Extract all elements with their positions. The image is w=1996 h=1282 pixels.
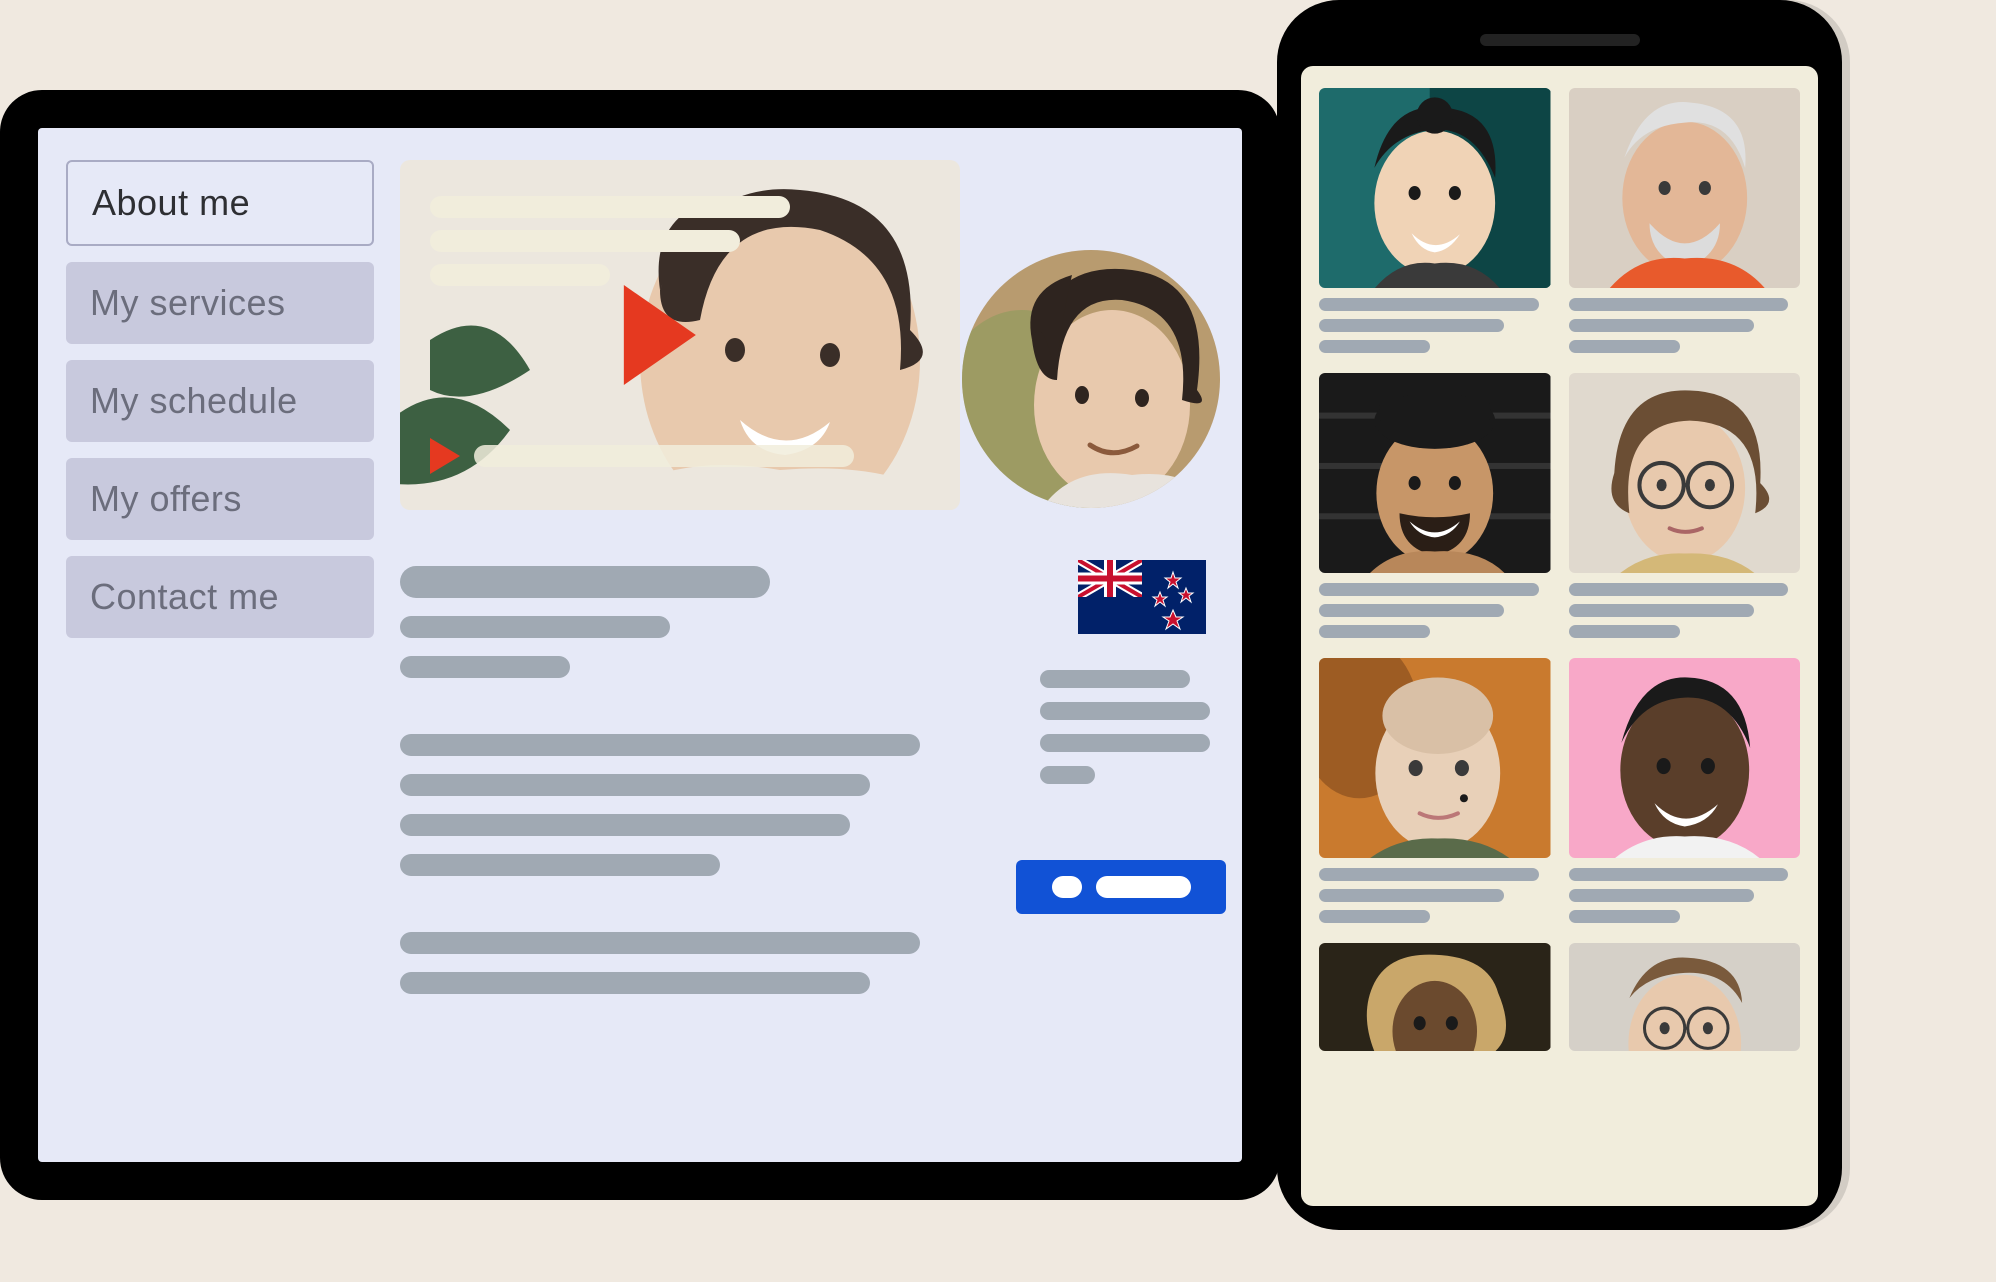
phone-device — [1277, 0, 1842, 1230]
profile-info-placeholder — [1040, 670, 1220, 784]
profile-card[interactable] — [1319, 658, 1551, 923]
nav-tab-about-me[interactable]: About me — [66, 160, 374, 246]
nav-tab-my-services[interactable]: My services — [66, 262, 374, 344]
profile-thumbnail — [1569, 88, 1801, 288]
profile-thumbnail — [1569, 373, 1801, 573]
profile-thumbnail — [1319, 658, 1551, 858]
video-player[interactable] — [400, 160, 960, 510]
profile-thumbnail — [1569, 658, 1801, 858]
cta-icon — [1052, 876, 1082, 898]
nav-tab-my-offers[interactable]: My offers — [66, 458, 374, 540]
card-text-placeholder — [1319, 298, 1551, 353]
profile-card[interactable] — [1569, 943, 1801, 1051]
play-small-icon[interactable] — [430, 438, 460, 474]
profile-thumbnail — [1319, 88, 1551, 288]
video-controls — [430, 438, 854, 474]
profile-card[interactable] — [1569, 88, 1801, 353]
card-text-placeholder — [1569, 868, 1801, 923]
content-column — [400, 160, 960, 1130]
card-text-placeholder — [1319, 868, 1551, 923]
profile-card[interactable] — [1319, 373, 1551, 638]
profile-thumbnail — [1319, 373, 1551, 573]
cta-button[interactable] — [1016, 860, 1226, 914]
cta-label-placeholder — [1096, 876, 1191, 898]
card-text-placeholder — [1569, 583, 1801, 638]
play-icon[interactable] — [624, 285, 696, 385]
text-block-1 — [400, 566, 960, 678]
profile-thumbnail — [1319, 943, 1551, 1051]
card-text-placeholder — [1569, 298, 1801, 353]
profile-grid[interactable] — [1319, 88, 1800, 1051]
profile-card[interactable] — [1569, 658, 1801, 923]
text-block-2 — [400, 734, 960, 876]
phone-screen — [1301, 66, 1818, 1206]
profile-card[interactable] — [1319, 88, 1551, 353]
tablet-screen: About me My services My schedule My offe… — [38, 128, 1242, 1162]
text-block-3 — [400, 932, 960, 994]
profile-card[interactable] — [1319, 943, 1551, 1051]
nav-tab-my-schedule[interactable]: My schedule — [66, 360, 374, 442]
tablet-device: About me My services My schedule My offe… — [0, 90, 1280, 1200]
phone-speaker — [1480, 34, 1640, 46]
profile-card[interactable] — [1569, 373, 1801, 638]
profile-avatar[interactable] — [962, 250, 1220, 508]
nav-tab-contact-me[interactable]: Contact me — [66, 556, 374, 638]
flag-new-zealand-icon — [1078, 560, 1206, 634]
profile-thumbnail — [1569, 943, 1801, 1051]
nav-column: About me My services My schedule My offe… — [66, 160, 374, 1130]
card-text-placeholder — [1319, 583, 1551, 638]
video-progress-bar[interactable] — [474, 445, 854, 467]
video-title-placeholder — [430, 196, 790, 286]
